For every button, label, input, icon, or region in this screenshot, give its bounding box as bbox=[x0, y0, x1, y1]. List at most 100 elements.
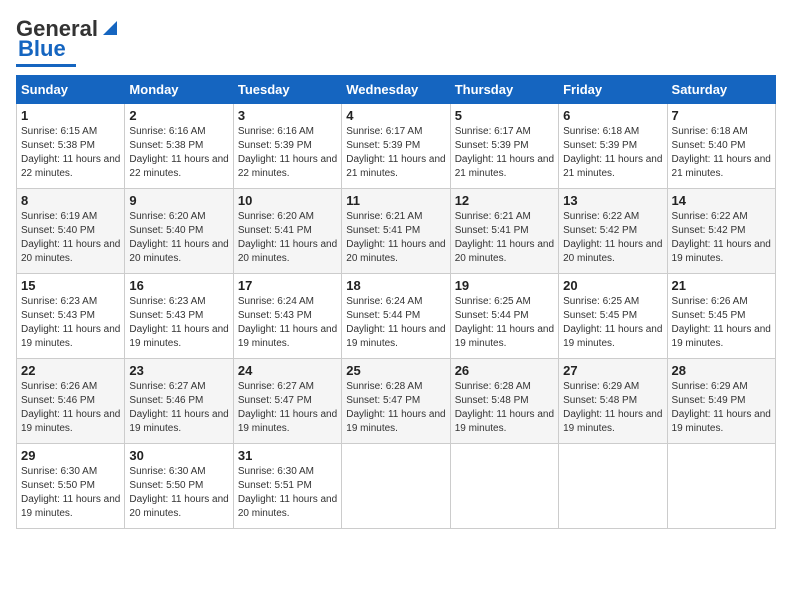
day-number: 7 bbox=[672, 108, 771, 123]
day-number: 29 bbox=[21, 448, 120, 463]
day-info: Sunrise: 6:20 AMSunset: 5:41 PMDaylight:… bbox=[238, 210, 337, 266]
day-info: Sunrise: 6:15 AMSunset: 5:38 PMDaylight:… bbox=[21, 125, 120, 181]
day-cell: 8 Sunrise: 6:19 AMSunset: 5:40 PMDaylight… bbox=[17, 189, 125, 274]
day-info: Sunrise: 6:30 AMSunset: 5:50 PMDaylight:… bbox=[21, 465, 120, 521]
day-info: Sunrise: 6:18 AMSunset: 5:39 PMDaylight:… bbox=[563, 125, 662, 181]
logo: General Blue bbox=[16, 16, 121, 67]
day-cell: 22 Sunrise: 6:26 AMSunset: 5:46 PMDayligh… bbox=[17, 359, 125, 444]
day-cell: 27 Sunrise: 6:29 AMSunset: 5:48 PMDayligh… bbox=[559, 359, 667, 444]
day-number: 17 bbox=[238, 278, 337, 293]
day-cell: 5 Sunrise: 6:17 AMSunset: 5:39 PMDaylight… bbox=[450, 104, 558, 189]
day-cell: 24 Sunrise: 6:27 AMSunset: 5:47 PMDayligh… bbox=[233, 359, 341, 444]
header-sunday: Sunday bbox=[17, 76, 125, 104]
day-number: 13 bbox=[563, 193, 662, 208]
day-cell bbox=[342, 444, 450, 529]
day-cell: 10 Sunrise: 6:20 AMSunset: 5:41 PMDayligh… bbox=[233, 189, 341, 274]
day-cell: 29 Sunrise: 6:30 AMSunset: 5:50 PMDayligh… bbox=[17, 444, 125, 529]
day-info: Sunrise: 6:29 AMSunset: 5:48 PMDaylight:… bbox=[563, 380, 662, 436]
day-info: Sunrise: 6:23 AMSunset: 5:43 PMDaylight:… bbox=[129, 295, 228, 351]
header-monday: Monday bbox=[125, 76, 233, 104]
day-info: Sunrise: 6:26 AMSunset: 5:46 PMDaylight:… bbox=[21, 380, 120, 436]
day-info: Sunrise: 6:29 AMSunset: 5:49 PMDaylight:… bbox=[672, 380, 771, 436]
day-cell: 31Sunrise: 6:30 AMSunset: 5:51 PMDayligh… bbox=[233, 444, 341, 529]
day-info: Sunrise: 6:27 AMSunset: 5:46 PMDaylight:… bbox=[129, 380, 228, 436]
day-number: 18 bbox=[346, 278, 445, 293]
header-wednesday: Wednesday bbox=[342, 76, 450, 104]
calendar-body: 1Sunrise: 6:15 AMSunset: 5:38 PMDaylight… bbox=[17, 104, 776, 529]
day-info: Sunrise: 6:19 AMSunset: 5:40 PMDaylight:… bbox=[21, 210, 120, 266]
day-number: 3 bbox=[238, 108, 337, 123]
day-number: 12 bbox=[455, 193, 554, 208]
day-cell: 30 Sunrise: 6:30 AMSunset: 5:50 PMDayligh… bbox=[125, 444, 233, 529]
header-friday: Friday bbox=[559, 76, 667, 104]
day-cell: 17 Sunrise: 6:24 AMSunset: 5:43 PMDayligh… bbox=[233, 274, 341, 359]
day-cell: 26 Sunrise: 6:28 AMSunset: 5:48 PMDayligh… bbox=[450, 359, 558, 444]
day-info: Sunrise: 6:21 AMSunset: 5:41 PMDaylight:… bbox=[346, 210, 445, 266]
day-number: 4 bbox=[346, 108, 445, 123]
day-cell: 15 Sunrise: 6:23 AMSunset: 5:43 PMDayligh… bbox=[17, 274, 125, 359]
day-info: Sunrise: 6:28 AMSunset: 5:48 PMDaylight:… bbox=[455, 380, 554, 436]
calendar-table: SundayMondayTuesdayWednesdayThursdayFrid… bbox=[16, 75, 776, 529]
day-info: Sunrise: 6:24 AMSunset: 5:44 PMDaylight:… bbox=[346, 295, 445, 351]
day-number: 26 bbox=[455, 363, 554, 378]
week-row-1: 1Sunrise: 6:15 AMSunset: 5:38 PMDaylight… bbox=[17, 104, 776, 189]
day-info: Sunrise: 6:16 AMSunset: 5:39 PMDaylight:… bbox=[238, 125, 337, 181]
day-cell: 28 Sunrise: 6:29 AMSunset: 5:49 PMDayligh… bbox=[667, 359, 775, 444]
day-cell: 16 Sunrise: 6:23 AMSunset: 5:43 PMDayligh… bbox=[125, 274, 233, 359]
day-number: 20 bbox=[563, 278, 662, 293]
calendar-header-row: SundayMondayTuesdayWednesdayThursdayFrid… bbox=[17, 76, 776, 104]
day-cell: 3 Sunrise: 6:16 AMSunset: 5:39 PMDaylight… bbox=[233, 104, 341, 189]
day-number: 8 bbox=[21, 193, 120, 208]
day-number: 14 bbox=[672, 193, 771, 208]
day-number: 10 bbox=[238, 193, 337, 208]
day-info: Sunrise: 6:25 AMSunset: 5:45 PMDaylight:… bbox=[563, 295, 662, 351]
day-number: 6 bbox=[563, 108, 662, 123]
header-thursday: Thursday bbox=[450, 76, 558, 104]
header-saturday: Saturday bbox=[667, 76, 775, 104]
day-number: 25 bbox=[346, 363, 445, 378]
day-number: 5 bbox=[455, 108, 554, 123]
day-info: Sunrise: 6:18 AMSunset: 5:40 PMDaylight:… bbox=[672, 125, 771, 181]
day-info: Sunrise: 6:27 AMSunset: 5:47 PMDaylight:… bbox=[238, 380, 337, 436]
day-cell: 2Sunrise: 6:16 AMSunset: 5:38 PMDaylight… bbox=[125, 104, 233, 189]
day-cell bbox=[450, 444, 558, 529]
day-number: 27 bbox=[563, 363, 662, 378]
day-info: Sunrise: 6:30 AMSunset: 5:50 PMDaylight:… bbox=[129, 465, 228, 521]
week-row-4: 22 Sunrise: 6:26 AMSunset: 5:46 PMDayligh… bbox=[17, 359, 776, 444]
day-cell: 7 Sunrise: 6:18 AMSunset: 5:40 PMDaylight… bbox=[667, 104, 775, 189]
day-number: 30 bbox=[129, 448, 228, 463]
logo-blue: Blue bbox=[18, 36, 66, 62]
day-cell: 11 Sunrise: 6:21 AMSunset: 5:41 PMDayligh… bbox=[342, 189, 450, 274]
day-info: Sunrise: 6:24 AMSunset: 5:43 PMDaylight:… bbox=[238, 295, 337, 351]
day-number: 15 bbox=[21, 278, 120, 293]
day-number: 22 bbox=[21, 363, 120, 378]
day-number: 31 bbox=[238, 448, 337, 463]
day-cell: 14 Sunrise: 6:22 AMSunset: 5:42 PMDayligh… bbox=[667, 189, 775, 274]
day-info: Sunrise: 6:23 AMSunset: 5:43 PMDaylight:… bbox=[21, 295, 120, 351]
day-info: Sunrise: 6:20 AMSunset: 5:40 PMDaylight:… bbox=[129, 210, 228, 266]
day-info: Sunrise: 6:28 AMSunset: 5:47 PMDaylight:… bbox=[346, 380, 445, 436]
day-info: Sunrise: 6:17 AMSunset: 5:39 PMDaylight:… bbox=[346, 125, 445, 181]
day-cell: 6 Sunrise: 6:18 AMSunset: 5:39 PMDaylight… bbox=[559, 104, 667, 189]
day-number: 19 bbox=[455, 278, 554, 293]
day-number: 24 bbox=[238, 363, 337, 378]
day-number: 16 bbox=[129, 278, 228, 293]
day-info: Sunrise: 6:22 AMSunset: 5:42 PMDaylight:… bbox=[672, 210, 771, 266]
day-number: 9 bbox=[129, 193, 228, 208]
logo-underline bbox=[16, 64, 76, 67]
page-header: General Blue bbox=[16, 16, 776, 67]
day-number: 11 bbox=[346, 193, 445, 208]
day-cell: 4 Sunrise: 6:17 AMSunset: 5:39 PMDaylight… bbox=[342, 104, 450, 189]
day-number: 28 bbox=[672, 363, 771, 378]
day-number: 2 bbox=[129, 108, 228, 123]
day-number: 23 bbox=[129, 363, 228, 378]
week-row-5: 29 Sunrise: 6:30 AMSunset: 5:50 PMDayligh… bbox=[17, 444, 776, 529]
day-cell: 25 Sunrise: 6:28 AMSunset: 5:47 PMDayligh… bbox=[342, 359, 450, 444]
day-cell: 9 Sunrise: 6:20 AMSunset: 5:40 PMDaylight… bbox=[125, 189, 233, 274]
day-cell: 19Sunrise: 6:25 AMSunset: 5:44 PMDayligh… bbox=[450, 274, 558, 359]
day-info: Sunrise: 6:22 AMSunset: 5:42 PMDaylight:… bbox=[563, 210, 662, 266]
day-cell: 18 Sunrise: 6:24 AMSunset: 5:44 PMDayligh… bbox=[342, 274, 450, 359]
day-cell: 21Sunrise: 6:26 AMSunset: 5:45 PMDayligh… bbox=[667, 274, 775, 359]
day-info: Sunrise: 6:26 AMSunset: 5:45 PMDaylight:… bbox=[672, 295, 771, 351]
day-info: Sunrise: 6:17 AMSunset: 5:39 PMDaylight:… bbox=[455, 125, 554, 181]
